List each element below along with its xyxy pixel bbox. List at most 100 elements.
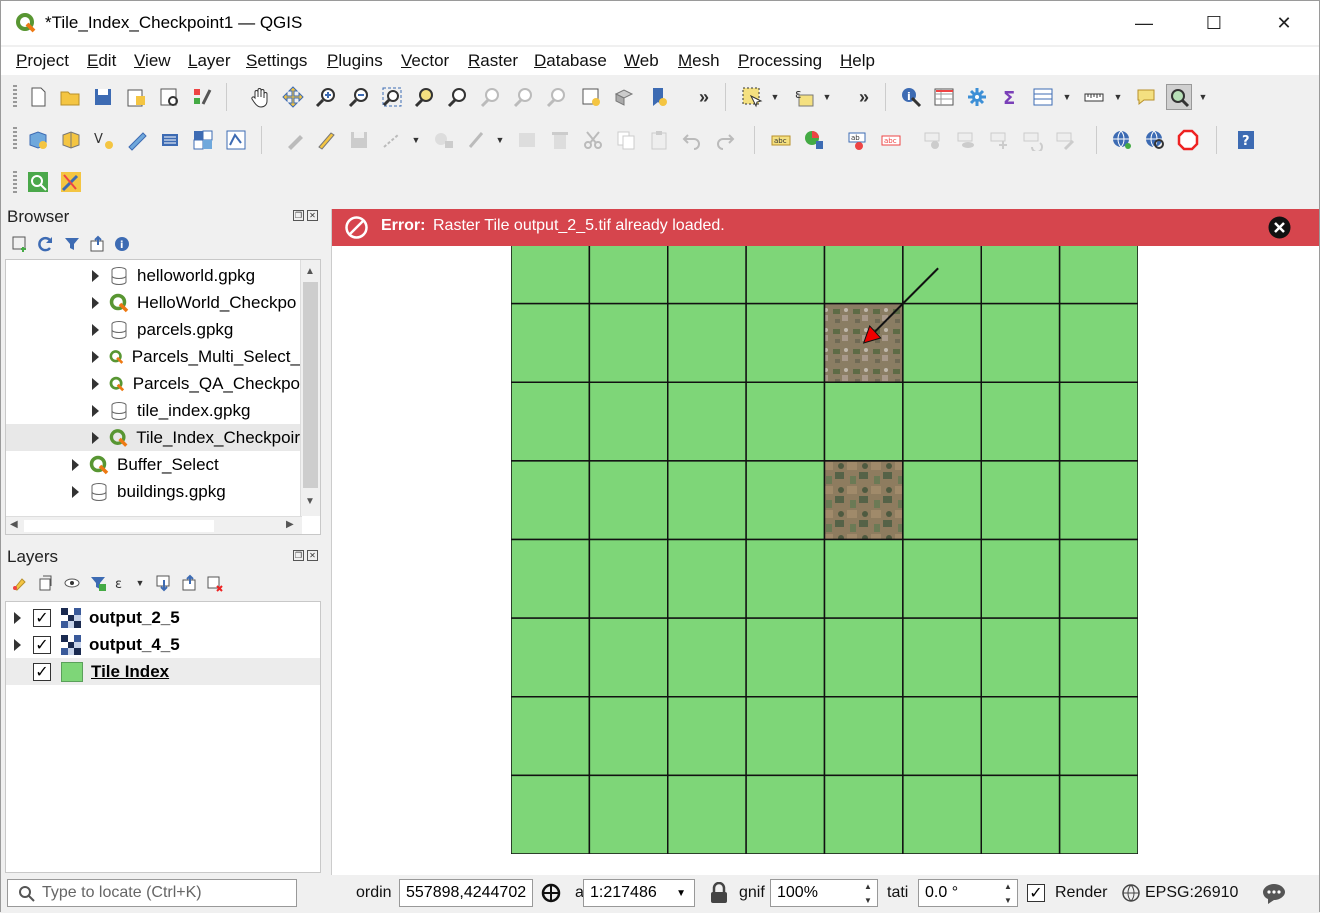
refresh-icon[interactable] bbox=[37, 235, 55, 253]
copy-features-icon[interactable] bbox=[613, 127, 639, 153]
pin-labels-icon[interactable] bbox=[921, 127, 947, 153]
new-project-icon[interactable] bbox=[25, 84, 51, 110]
filter-expression-icon[interactable]: ε bbox=[113, 574, 131, 592]
style-manager-icon[interactable] bbox=[189, 84, 215, 110]
browser-horizontal-scrollbar[interactable]: ◀ ▶ bbox=[6, 516, 302, 534]
metasearch-2-icon[interactable] bbox=[1142, 127, 1168, 153]
delete-selected-icon[interactable] bbox=[547, 127, 573, 153]
expand-arrow-icon[interactable] bbox=[92, 431, 99, 444]
zoom-out-icon[interactable] bbox=[346, 84, 372, 110]
modify-attributes-icon[interactable] bbox=[514, 127, 540, 153]
processing-toolbox-icon[interactable] bbox=[964, 84, 990, 110]
expand-arrow-icon[interactable] bbox=[14, 638, 21, 651]
toolbar-overflow-1[interactable]: » bbox=[691, 84, 717, 110]
highlight-pinned-labels-icon[interactable]: ab bbox=[845, 127, 871, 153]
menu-project[interactable]: Project bbox=[16, 51, 69, 71]
map-tips-icon[interactable] bbox=[1133, 84, 1159, 110]
layer-visibility-checkbox[interactable]: ✓ bbox=[33, 608, 51, 627]
menu-layer[interactable]: Layer bbox=[188, 51, 231, 71]
filter-expression-dropdown-icon[interactable]: ▼ bbox=[135, 570, 145, 596]
new-temporary-layer-icon[interactable] bbox=[124, 127, 150, 153]
scroll-down-icon[interactable]: ▼ bbox=[305, 496, 315, 507]
rotate-label-icon[interactable] bbox=[1020, 127, 1046, 153]
locate-tool-icon[interactable] bbox=[1166, 84, 1192, 110]
locate-dropdown-icon[interactable]: ▼ bbox=[1198, 84, 1208, 110]
select-features-icon[interactable] bbox=[739, 84, 765, 110]
render-checkbox[interactable]: ✓ bbox=[1027, 884, 1045, 902]
layer-visibility-checkbox[interactable]: ✓ bbox=[33, 662, 51, 681]
expand-arrow-icon[interactable] bbox=[92, 404, 99, 417]
measure-dropdown-icon[interactable]: ▼ bbox=[1113, 84, 1123, 110]
browser-vertical-scrollbar[interactable]: ▲ ▼ bbox=[300, 260, 320, 516]
save-project-icon[interactable] bbox=[90, 84, 116, 110]
browser-item[interactable]: Parcels_Multi_Select_ bbox=[6, 343, 300, 370]
coordinate-field[interactable]: 557898,4244702 bbox=[399, 879, 533, 907]
new-bookmark-icon[interactable] bbox=[645, 84, 671, 110]
expand-all-icon[interactable] bbox=[155, 574, 173, 592]
browser-item[interactable]: tile_index.gpkg bbox=[6, 397, 300, 424]
expand-arrow-icon[interactable] bbox=[14, 611, 21, 624]
menu-database[interactable]: Database bbox=[534, 51, 607, 71]
open-table-icon[interactable] bbox=[1030, 84, 1056, 110]
toolbar-overflow-2[interactable]: » bbox=[851, 84, 877, 110]
new-virtual-layer-icon[interactable] bbox=[157, 127, 183, 153]
maximize-button[interactable]: ☐ bbox=[1179, 1, 1249, 45]
menu-raster[interactable]: Raster bbox=[468, 51, 518, 71]
attribute-table-icon[interactable] bbox=[931, 84, 957, 110]
browser-item[interactable]: parcels.gpkg bbox=[6, 316, 300, 343]
expand-arrow-icon[interactable] bbox=[92, 377, 99, 390]
minimize-button[interactable]: — bbox=[1109, 1, 1179, 45]
message-close-icon[interactable] bbox=[1267, 215, 1292, 240]
digitize-line-icon[interactable] bbox=[379, 127, 405, 153]
messages-icon[interactable] bbox=[1261, 881, 1287, 905]
select-by-expression-icon[interactable]: ε bbox=[791, 84, 817, 110]
browser-item[interactable]: Tile_Index_Checkpoir bbox=[6, 424, 300, 451]
show-unplaced-labels-icon[interactable]: abc bbox=[878, 127, 904, 153]
new-shapefile-icon[interactable]: V bbox=[91, 127, 117, 153]
layer-item[interactable]: ✓ output_2_5 bbox=[6, 604, 320, 631]
expand-arrow-icon[interactable] bbox=[72, 458, 79, 471]
new-3d-map-view-icon[interactable] bbox=[611, 84, 637, 110]
layout-manager-icon[interactable] bbox=[156, 84, 182, 110]
rotation-spin-icon[interactable]: ▲ ▼ bbox=[999, 879, 1017, 907]
style-layer-icon[interactable] bbox=[11, 574, 29, 592]
close-button[interactable]: ✕ bbox=[1249, 1, 1319, 45]
new-geopackage-icon[interactable] bbox=[58, 127, 84, 153]
scale-field[interactable]: 1:217486 ▼ bbox=[583, 879, 695, 907]
layer-item[interactable]: ✓ output_4_5 bbox=[6, 631, 320, 658]
undo-icon[interactable] bbox=[679, 127, 705, 153]
layers-tree[interactable]: ✓ output_2_5 ✓ output_4_5 ✓ Tile Index bbox=[5, 601, 321, 873]
properties-icon[interactable]: i bbox=[113, 235, 131, 253]
move-label-icon[interactable] bbox=[987, 127, 1013, 153]
layers-float-button[interactable]: ❐ bbox=[293, 550, 304, 561]
menu-edit[interactable]: Edit bbox=[87, 51, 116, 71]
add-selected-layers-icon[interactable] bbox=[11, 235, 29, 253]
expand-arrow-icon[interactable] bbox=[92, 269, 99, 282]
scroll-right-icon[interactable]: ▶ bbox=[286, 519, 294, 530]
add-group-icon[interactable] bbox=[37, 574, 55, 592]
redo-icon[interactable] bbox=[712, 127, 738, 153]
menu-help[interactable]: Help bbox=[840, 51, 875, 71]
add-vector-layer-icon[interactable] bbox=[223, 127, 249, 153]
new-map-view-icon[interactable] bbox=[578, 84, 604, 110]
filter-legend-icon[interactable] bbox=[89, 574, 107, 592]
table-dropdown-icon[interactable]: ▼ bbox=[1062, 84, 1072, 110]
manage-visibility-icon[interactable] bbox=[63, 574, 81, 592]
help-contents-icon[interactable]: ? bbox=[1233, 127, 1259, 153]
zoom-to-selection-icon[interactable] bbox=[412, 84, 438, 110]
layers-close-button[interactable]: ✕ bbox=[307, 550, 318, 561]
locator-search-input[interactable]: Type to locate (Ctrl+K) bbox=[7, 879, 297, 907]
new-print-layout-icon[interactable] bbox=[123, 84, 149, 110]
menu-processing[interactable]: Processing bbox=[738, 51, 822, 71]
current-edits-icon[interactable] bbox=[282, 127, 308, 153]
data-source-manager-icon[interactable] bbox=[25, 127, 51, 153]
change-label-icon[interactable] bbox=[1053, 127, 1079, 153]
browser-item[interactable]: Buffer_Select bbox=[6, 451, 300, 478]
geometry-checker-icon[interactable] bbox=[1175, 127, 1201, 153]
label-options-icon[interactable]: abc bbox=[768, 127, 794, 153]
statistics-icon[interactable]: Σ bbox=[997, 84, 1023, 110]
expand-arrow-icon[interactable] bbox=[92, 350, 99, 363]
menu-plugins[interactable]: Plugins bbox=[327, 51, 383, 71]
layer-visibility-checkbox[interactable]: ✓ bbox=[33, 635, 51, 654]
search-plugin-icon[interactable] bbox=[25, 169, 51, 195]
